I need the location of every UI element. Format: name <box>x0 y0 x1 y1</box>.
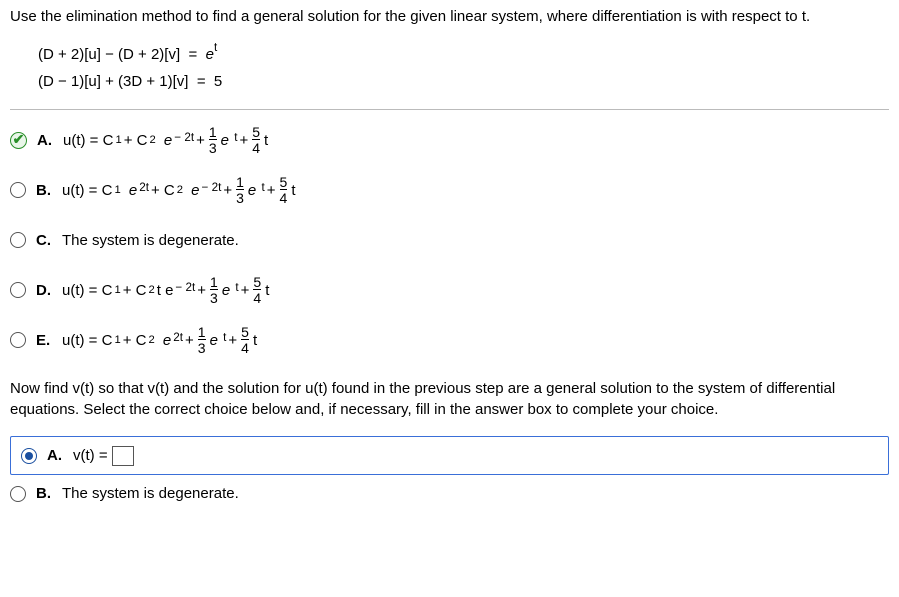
option-b-row[interactable]: B. u(t) = C1 e2t + C2 e− 2t + 13 e t + 5… <box>10 170 889 210</box>
option-b-formula: u(t) = C1 e2t + C2 e− 2t + 13 e t + 54 t <box>62 175 295 205</box>
option-b-label: B. <box>36 180 62 201</box>
equation-1: (D + 2)[u] − (D + 2)[v] = et <box>38 41 889 68</box>
option-d-label: D. <box>36 280 62 301</box>
radio-d[interactable] <box>10 282 26 298</box>
option-a-row[interactable]: A. u(t) = C1 + C2 e− 2t + 13 e t + 54 t <box>10 120 889 160</box>
radio-vb[interactable] <box>10 486 26 502</box>
option-a-formula: u(t) = C1 + C2 e− 2t + 13 e t + 54 t <box>63 125 268 155</box>
vt-input[interactable] <box>112 446 134 466</box>
option-d-formula: u(t) = C1 + C2 t e− 2t + 13 e t + 54 t <box>62 275 269 305</box>
radio-b[interactable] <box>10 182 26 198</box>
part2-intro: Now find v(t) so that v(t) and the solut… <box>10 378 889 420</box>
problem-intro: Use the elimination method to find a gen… <box>10 6 889 27</box>
option-vb-row[interactable]: B. The system is degenerate. <box>10 483 889 504</box>
options-list: A. u(t) = C1 + C2 e− 2t + 13 e t + 54 t … <box>10 120 889 360</box>
option-va-text: v(t) = <box>73 445 108 466</box>
radio-va[interactable] <box>21 448 37 464</box>
equation-2: (D − 1)[u] + (3D + 1)[v] = 5 <box>38 68 889 95</box>
option-va-row[interactable]: A. v(t) = <box>10 436 889 475</box>
option-e-row[interactable]: E. u(t) = C1 + C2 e2t + 13 e t + 54 t <box>10 320 889 360</box>
radio-e[interactable] <box>10 332 26 348</box>
radio-c[interactable] <box>10 232 26 248</box>
option-c-label: C. <box>36 230 62 251</box>
option-d-row[interactable]: D. u(t) = C1 + C2 t e− 2t + 13 e t + 54 … <box>10 270 889 310</box>
option-vb-label: B. <box>36 483 62 504</box>
option-c-row[interactable]: C. The system is degenerate. <box>10 220 889 260</box>
divider <box>10 109 889 110</box>
option-e-formula: u(t) = C1 + C2 e2t + 13 e t + 54 t <box>62 325 257 355</box>
radio-a[interactable] <box>10 132 27 149</box>
equation-block: (D + 2)[u] − (D + 2)[v] = et (D − 1)[u] … <box>38 41 889 95</box>
option-c-text: The system is degenerate. <box>62 230 239 251</box>
option-e-label: E. <box>36 330 62 351</box>
option-a-label: A. <box>37 130 63 151</box>
option-va-label: A. <box>47 445 73 466</box>
option-vb-text: The system is degenerate. <box>62 483 239 504</box>
